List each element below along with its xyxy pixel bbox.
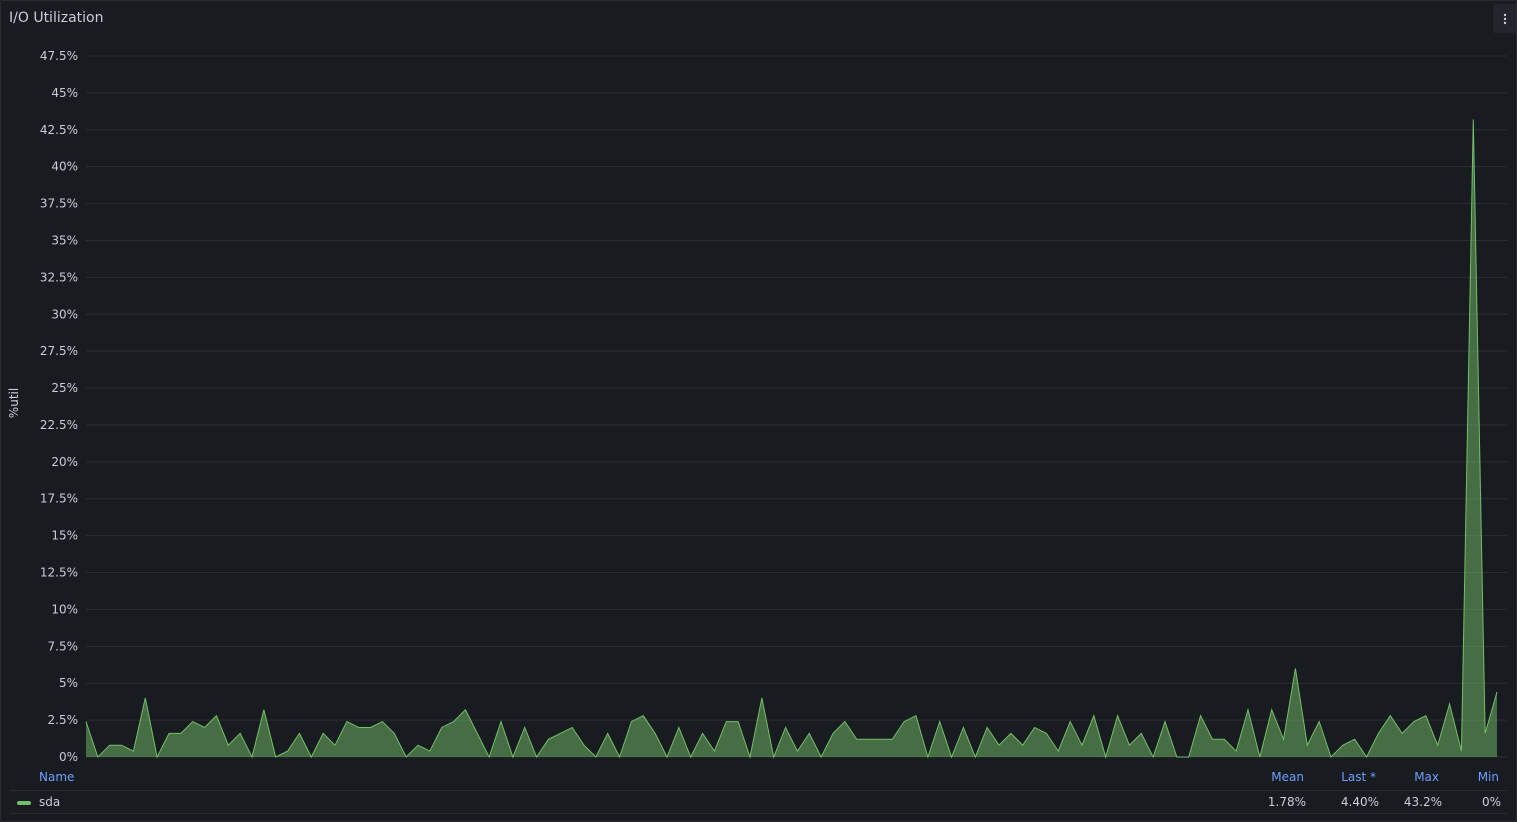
y-tick-label: 12.5%: [40, 566, 78, 580]
y-axis-label: %util: [7, 388, 21, 418]
y-tick-label: 7.5%: [48, 639, 79, 653]
legend-row-sda[interactable]: sda 1.78% 4.40% 43.2% 0%: [10, 790, 1507, 814]
legend-mean-value: 1.78%: [1267, 795, 1306, 809]
y-tick-label: 25%: [51, 381, 78, 395]
y-tick-label: 17.5%: [40, 492, 78, 506]
io-utilization-chart: 0% 2.5% 5% 7.5% 10% 12.5% 15% 17.5% 20% 22.5% 25% 2…: [7, 49, 1507, 764]
y-tick-label: 32.5%: [40, 270, 78, 284]
y-axis-ticks: 0% 2.5% 5% 7.5% 10% 12.5% 15% 17.5% 20% 22.5% 25% 2…: [40, 49, 78, 764]
legend-min-value: 0%: [1481, 795, 1501, 809]
legend-header: Name Mean Last * Max Min: [0, 770, 1515, 786]
y-tick-label: 45%: [51, 86, 78, 100]
legend-col-name[interactable]: Name: [39, 770, 74, 784]
legend-col-mean[interactable]: Mean: [1271, 770, 1304, 784]
y-tick-label: 37.5%: [40, 197, 78, 211]
y-tick-label: 10%: [51, 602, 78, 616]
legend-col-min[interactable]: Min: [1478, 770, 1499, 784]
series-line-sda[interactable]: [85, 119, 1498, 759]
y-tick-label: 2.5%: [48, 713, 79, 727]
y-tick-label: 27.5%: [40, 344, 78, 358]
y-tick-label: 20%: [51, 455, 78, 469]
series-color-swatch: [17, 801, 31, 805]
y-tick-label: 0%: [59, 750, 78, 764]
y-tick-label: 42.5%: [40, 123, 78, 137]
y-tick-label: 5%: [59, 676, 78, 690]
legend-col-last[interactable]: Last *: [1341, 770, 1376, 784]
y-tick-label: 40%: [51, 160, 78, 174]
y-tick-label: 15%: [51, 529, 78, 543]
legend-last-value: 4.40%: [1340, 795, 1379, 809]
legend-col-max[interactable]: Max: [1414, 770, 1439, 784]
series-group: [85, 119, 1498, 759]
y-tick-label: 22.5%: [40, 418, 78, 432]
legend-max-value: 43.2%: [1403, 795, 1442, 809]
y-tick-label: 47.5%: [40, 49, 78, 63]
legend-series-name[interactable]: sda: [39, 795, 60, 809]
y-tick-label: 35%: [51, 233, 78, 247]
y-tick-label: 30%: [51, 307, 78, 321]
series-area-sda: [86, 119, 1497, 757]
grid: [86, 55, 1507, 758]
